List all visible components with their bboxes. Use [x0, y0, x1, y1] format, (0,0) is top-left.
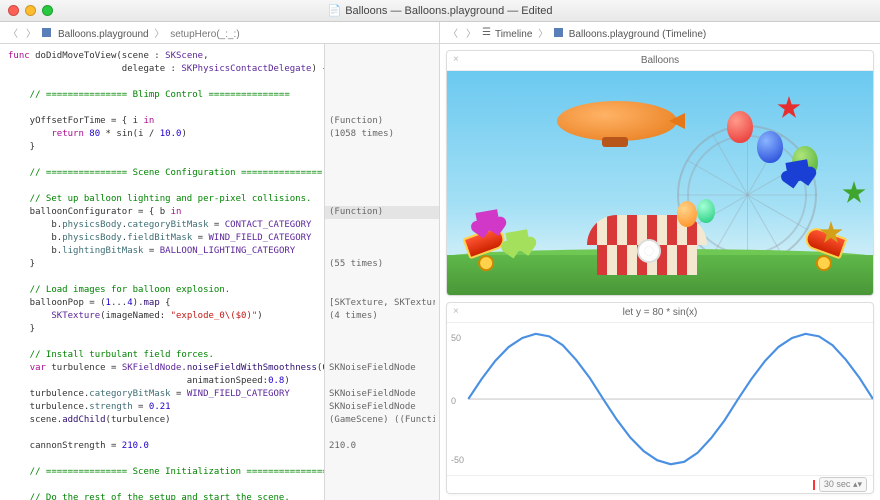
close-button[interactable]	[8, 5, 19, 16]
live-view-card: × Balloons	[446, 50, 874, 296]
balloon-heart-pink	[475, 209, 500, 233]
result-line[interactable]: 210.0	[329, 440, 435, 453]
window-title-text: Balloons — Balloons.playground — Edited	[345, 5, 552, 17]
breadcrumb-timeline[interactable]: Timeline 〉 Balloons.playground (Timeline…	[495, 25, 706, 40]
live-view-title: Balloons	[641, 55, 679, 66]
y-tick-label: 0	[451, 396, 456, 406]
code-editor[interactable]: func doDidMoveToView(scene : SKScene, de…	[0, 44, 325, 500]
result-line[interactable]: (Function)	[325, 206, 439, 219]
jump-bar-left: 〈 〉 Balloons.playground 〉 setupHero(_:_:…	[0, 22, 440, 43]
chart-body[interactable]: 50 0 -50	[447, 323, 873, 475]
result-line	[329, 349, 435, 362]
result-line	[329, 141, 435, 154]
breadcrumb-timeline-file[interactable]: Balloons.playground (Timeline)	[569, 29, 706, 40]
window-controls	[8, 5, 53, 16]
result-line	[329, 219, 435, 232]
result-line	[329, 271, 435, 284]
result-line	[329, 336, 435, 349]
result-line	[329, 284, 435, 297]
window-title: 📄 Balloons — Balloons.playground — Edite…	[328, 4, 553, 17]
balloon-orange	[677, 201, 697, 227]
balloon-teal	[697, 199, 715, 223]
jump-bar-right: 〈 〉 ☰ Timeline 〉 Balloons.playground (Ti…	[440, 22, 880, 43]
result-line	[329, 492, 435, 500]
result-line	[329, 245, 435, 258]
result-line	[329, 76, 435, 89]
chart-title: let y = 80 * sin(x)	[623, 307, 698, 318]
result-line[interactable]: SKNoiseFieldNode	[329, 401, 435, 414]
nav-forward-icon[interactable]: 〉	[464, 25, 478, 40]
y-tick-label: 50	[451, 333, 461, 343]
duration-value: 30 sec	[824, 479, 851, 489]
y-tick-label: -50	[451, 455, 464, 465]
result-line[interactable]: (4 times)	[329, 310, 435, 323]
result-line[interactable]: SKNoiseFieldNode	[329, 388, 435, 401]
result-line[interactable]: (Function)	[329, 115, 435, 128]
titlebar: 📄 Balloons — Balloons.playground — Edite…	[0, 0, 880, 22]
document-icon: 📄	[328, 4, 342, 17]
duration-stepper[interactable]: 30 sec ▴▾	[819, 477, 867, 492]
result-line	[329, 154, 435, 167]
zoom-button[interactable]	[42, 5, 53, 16]
close-icon[interactable]: ×	[453, 306, 459, 317]
result-line	[329, 427, 435, 440]
breadcrumb[interactable]: Balloons.playground 〉 setupHero(_:_:)	[58, 25, 240, 40]
blimp	[557, 101, 677, 141]
breadcrumb-method[interactable]: setupHero(_:_:)	[170, 29, 239, 40]
result-line[interactable]: (55 times)	[329, 258, 435, 271]
fan	[637, 239, 665, 267]
nav-back-icon[interactable]: 〈	[6, 25, 20, 40]
result-line[interactable]: SKNoiseFieldNode	[329, 362, 435, 375]
live-view-header: × Balloons	[447, 51, 873, 71]
playground-icon	[554, 28, 563, 37]
close-icon[interactable]: ×	[453, 54, 459, 65]
timeline-bar[interactable]: 30 sec ▴▾	[447, 475, 873, 493]
minimize-button[interactable]	[25, 5, 36, 16]
timeline-icon: ☰	[482, 27, 491, 38]
result-line	[329, 89, 435, 102]
balloon-blue	[757, 131, 783, 163]
result-line	[329, 63, 435, 76]
stepper-icon[interactable]: ▴▾	[853, 479, 862, 489]
result-line	[329, 50, 435, 63]
balloon-red	[727, 111, 753, 143]
result-line	[329, 180, 435, 193]
result-line	[329, 193, 435, 206]
nav-back-icon[interactable]: 〈	[446, 25, 460, 40]
result-line[interactable]: (GameScene) ((Function)) ((F…	[329, 414, 435, 427]
result-line	[329, 466, 435, 479]
breadcrumb-timeline-label[interactable]: Timeline	[495, 29, 532, 40]
result-line[interactable]: (1058 times)	[329, 128, 435, 141]
results-sidebar[interactable]: (Function)(1058 times)(Function)(55 time…	[325, 44, 440, 500]
chart-header: × let y = 80 * sin(x)	[447, 303, 873, 323]
result-line	[329, 323, 435, 336]
breadcrumb-file[interactable]: Balloons.playground	[58, 29, 149, 40]
playground-icon	[42, 28, 51, 37]
result-line	[329, 375, 435, 388]
live-view-scene[interactable]	[447, 71, 873, 295]
result-line	[329, 453, 435, 466]
nav-forward-icon[interactable]: 〉	[24, 25, 38, 40]
assistant-editor: × Balloons	[440, 44, 880, 500]
quicklook-chart: × let y = 80 * sin(x) 50 0 -50 30 sec ▴▾	[446, 302, 874, 494]
playhead-icon[interactable]	[813, 480, 815, 490]
balloon-heart-green	[505, 229, 530, 253]
result-line	[329, 479, 435, 492]
jump-bar: 〈 〉 Balloons.playground 〉 setupHero(_:_:…	[0, 22, 880, 44]
result-line[interactable]: [SKTexture, SKTexture, SKTe…	[329, 297, 435, 310]
result-line	[329, 102, 435, 115]
result-line	[329, 232, 435, 245]
result-line	[329, 167, 435, 180]
balloon-heart-blue	[785, 159, 810, 183]
